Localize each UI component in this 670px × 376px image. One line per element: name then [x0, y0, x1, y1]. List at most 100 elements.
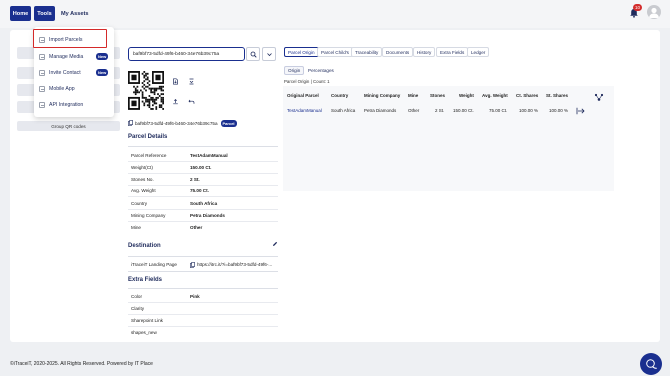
detail-value: TestAdamManual [190, 153, 228, 158]
row-divider [128, 326, 278, 327]
menu-item-invite-contact[interactable]: Invite Contact New [34, 66, 114, 80]
table-header: Stones [430, 93, 446, 98]
extra-field-value: Pink [190, 294, 200, 299]
table-cell: 100.00 % [549, 108, 569, 113]
collapse-icon [189, 78, 193, 84]
top-nav-bar: Home Tools My Assets 10 [0, 0, 670, 28]
new-badge: New [96, 53, 109, 60]
parcel-details-title: Parcel Details [128, 134, 168, 140]
table-cell: South Africa [331, 108, 356, 113]
menu-item-manage-media[interactable]: Manage Media New [34, 50, 114, 64]
row-divider [128, 209, 278, 210]
contact-icon [39, 70, 45, 76]
menu-item-label: API Integration [49, 102, 84, 108]
download-button[interactable] [170, 76, 180, 86]
detail-value: 2 St. [190, 177, 200, 182]
section-divider [128, 288, 278, 289]
table-cell: 75.00 Ct. [489, 108, 508, 113]
menu-item-api-integration[interactable]: API Integration [34, 98, 114, 112]
detail-label: Stones No. [131, 177, 154, 182]
detail-value: 75.00 Ct. [190, 188, 209, 193]
row-divider [128, 161, 278, 162]
table-cell: Petra Diamonds [364, 108, 397, 113]
table-header: Original Parcel [287, 93, 319, 98]
table-header: Mine [408, 93, 419, 98]
tab-history[interactable]: History [413, 47, 436, 57]
destination-title: Destination [128, 243, 161, 249]
table-cell: 2 St. [435, 108, 445, 113]
row-divider [128, 185, 278, 186]
detail-label: Mining Company [131, 213, 166, 218]
table-cell: 100.00 % [519, 108, 539, 113]
asset-id-line: baf9bf73-5dfd-49f6-b460-34e76b39c75a Par… [128, 119, 248, 127]
detail-value: 150.00 Ct. [190, 165, 212, 170]
destination-label: iTraceiT Landing Page [131, 262, 177, 267]
chat-support-button[interactable] [640, 353, 662, 375]
group-qr-codes-button[interactable]: Group QR codes [17, 121, 120, 131]
extra-field-label: Sharepoint Link [131, 318, 163, 323]
user-avatar-icon [649, 7, 659, 18]
row-divider [128, 302, 278, 303]
menu-item-label: Invite Contact [49, 70, 81, 76]
extra-field-label: Color [131, 294, 142, 299]
table-cell: 150.00 Ct. [453, 108, 474, 113]
upload-icon [172, 98, 178, 104]
row-divider [128, 196, 278, 197]
chat-icon [645, 358, 657, 369]
origin-table-panel [283, 86, 614, 191]
detail-value: South Africa [190, 201, 218, 206]
row-divider [128, 221, 278, 222]
row-divider [128, 173, 278, 174]
row-divider [128, 314, 278, 315]
media-icon [39, 54, 45, 60]
mobile-icon [39, 86, 45, 92]
home-button[interactable]: Home [10, 6, 31, 21]
network-graph-icon[interactable] [594, 93, 604, 102]
copy-icon[interactable] [128, 120, 133, 126]
tab-parcel-origin[interactable]: Parcel Origin [284, 47, 319, 57]
open-arrow-icon[interactable] [576, 107, 585, 115]
new-badge: New [96, 69, 109, 76]
edit-icon[interactable] [272, 241, 278, 247]
section-divider [128, 146, 278, 147]
menu-item-label: Manage Media [49, 54, 84, 60]
search-options-button[interactable] [262, 47, 276, 61]
extra-field-label: Clarity [131, 306, 145, 311]
detail-label: Avg. Weight [131, 188, 156, 193]
upload-button[interactable] [170, 96, 180, 106]
qr-code-image [128, 71, 164, 110]
avatar[interactable] [647, 5, 661, 19]
copy-link-icon[interactable] [190, 262, 195, 268]
my-assets-link[interactable]: My Assets [61, 6, 88, 21]
menu-item-mobile-app[interactable]: Mobile App [34, 82, 114, 96]
undo-button[interactable] [186, 96, 196, 106]
tab-ledger[interactable]: Ledger [467, 47, 490, 57]
asset-search-input[interactable]: baf9bf73-5dfd-49f6-b460-34e76b39c75a [128, 47, 245, 61]
extra-fields-title: Extra Fields [128, 277, 163, 283]
detail-value: Petra Diamonds [190, 213, 225, 218]
table-header: Avg. Weight [482, 93, 508, 98]
section-divider [128, 256, 278, 257]
undo-icon [188, 99, 194, 104]
table-cell: Other [408, 108, 420, 113]
table-cell[interactable]: TestAdamManual [287, 108, 322, 113]
menu-item-label: Mobile App [49, 86, 75, 92]
asset-type-badge: Parcel [220, 119, 237, 127]
search-button[interactable] [246, 47, 260, 61]
tools-button[interactable]: Tools [34, 6, 55, 21]
detail-label: Parcel Reference [131, 153, 167, 158]
tab-extra-fields[interactable]: Extra Fields [436, 47, 469, 57]
chevron-down-icon [266, 52, 272, 56]
tab-parcel-childs[interactable]: Parcel Child's [317, 47, 353, 57]
subtab-origin[interactable]: Origin [284, 66, 305, 75]
tab-documents[interactable]: Documents [382, 47, 414, 57]
table-header: Ct. Shares [516, 93, 539, 98]
subtab-percentages[interactable]: Percentages [305, 66, 337, 75]
copy-button[interactable] [186, 76, 196, 86]
api-icon [39, 102, 45, 108]
table-header: St. Shares [546, 93, 569, 98]
destination-link[interactable]: https://itrc.it/?i=baf9bf73-5dfd-49f6-..… [197, 262, 272, 267]
file-download-icon [172, 77, 178, 85]
tab-traceability[interactable]: Traceability [351, 47, 383, 57]
asset-id-text: baf9bf73-5dfd-49f6-b460-34e76b39c75a [135, 120, 218, 126]
